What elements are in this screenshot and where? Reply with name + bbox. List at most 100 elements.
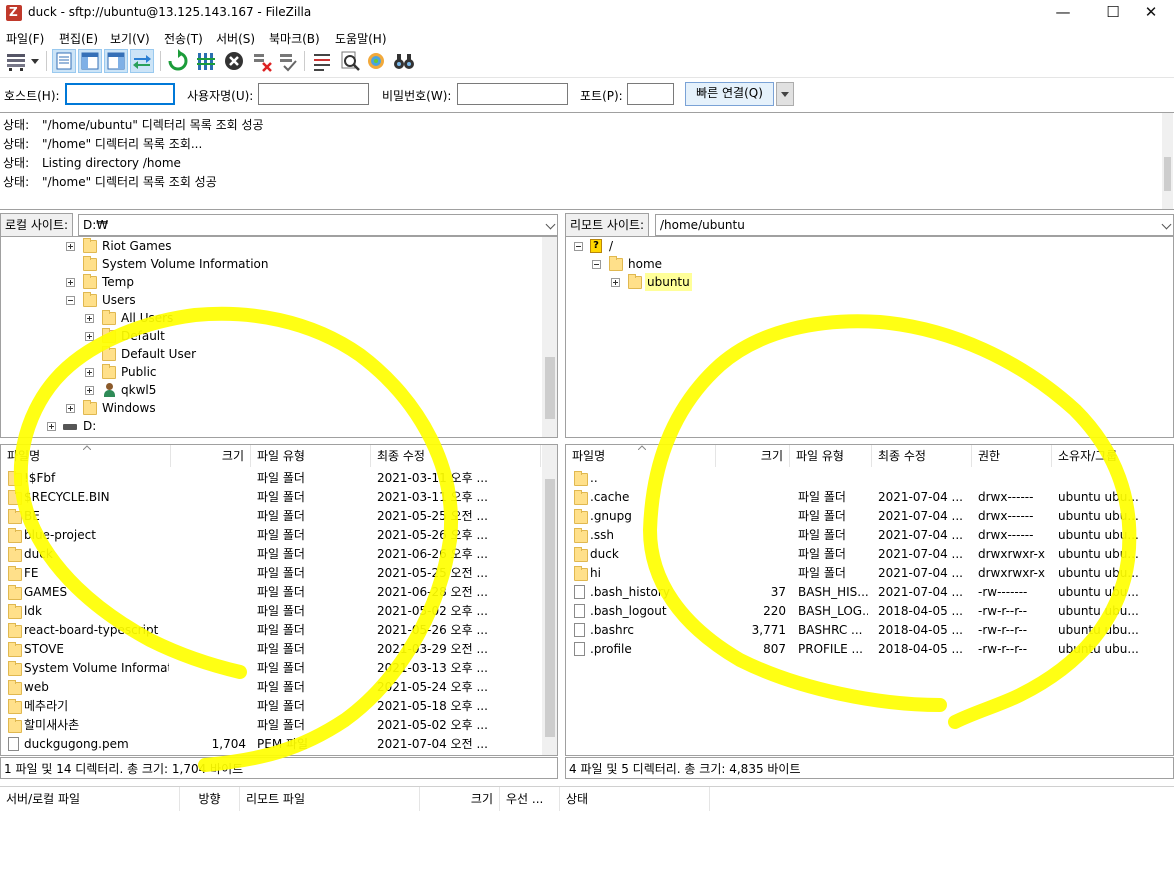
toggle-queue-icon[interactable] (130, 49, 154, 73)
binoculars-icon[interactable] (392, 49, 416, 73)
column-header-modified[interactable]: 최종 수정 (371, 445, 541, 467)
local-file-row[interactable]: 할미새사촌 파일 폴더 2021-05-02 오후 ... (1, 716, 541, 735)
toggle-remote-tree-icon[interactable] (104, 49, 128, 73)
remote-file-row[interactable]: .ssh 파일 폴더 2021-07-04 ... drwx------ ubuntu … (566, 526, 1173, 545)
filter-icon[interactable] (310, 49, 334, 73)
local-list-scrollbar-thumb[interactable] (545, 479, 555, 737)
remote-file-row[interactable]: .bash_logout 220 BASH_LOG... 2018-04-05 ...… (566, 602, 1173, 621)
remote-file-row[interactable]: .profile 807 PROFILE ... 2018-04-05 ... -rw-… (566, 640, 1173, 659)
local-path-input[interactable]: D:₩ (78, 214, 558, 236)
remote-file-row[interactable]: duck 파일 폴더 2021-07-04 ... drwxrwxr-x ubuntu … (566, 545, 1173, 564)
queue-header-remote-file[interactable]: 리모트 파일 (240, 787, 420, 811)
refresh-icon[interactable] (166, 49, 190, 73)
close-button[interactable]: ✕ (1128, 0, 1174, 26)
menu-edit[interactable]: 편집(E) (59, 30, 98, 47)
queue-header-direction[interactable]: 방향 (180, 787, 240, 811)
column-header-type[interactable]: 파일 유형 (790, 445, 872, 467)
local-file-row[interactable]: System Volume Informat... 파일 폴더 2021-03-13… (1, 659, 541, 678)
local-tree-scrollbar-thumb[interactable] (545, 357, 555, 419)
remote-file-row[interactable]: .bash_history 37 BASH_HIS... 2021-07-04 ...… (566, 583, 1173, 602)
queue-header-priority[interactable]: 우선 ... (500, 787, 560, 811)
file-name: .gnupg (590, 509, 632, 523)
expand-icon[interactable] (66, 242, 75, 251)
collapse-icon[interactable] (66, 296, 75, 305)
menu-bookmarks[interactable]: 북마크(B) (269, 30, 320, 47)
toggle-log-icon[interactable] (52, 49, 76, 73)
remote-file-row[interactable]: .gnupg 파일 폴더 2021-07-04 ... drwx------ ubunt… (566, 507, 1173, 526)
remote-file-row[interactable]: .bashrc 3,771 BASHRC ... 2018-04-05 ... -rw-… (566, 621, 1173, 640)
local-file-row[interactable]: BE 파일 폴더 2021-05-25 오전 ... (1, 507, 541, 526)
file-type: 파일 폴더 (798, 490, 846, 504)
file-name: hi (590, 566, 601, 580)
queue-header-status[interactable]: 상태 (560, 787, 710, 811)
local-file-row[interactable]: web 파일 폴더 2021-05-24 오후 ... (1, 678, 541, 697)
remote-file-row[interactable]: .cache 파일 폴더 2021-07-04 ... drwx------ ubunt… (566, 488, 1173, 507)
local-file-row[interactable]: ldk 파일 폴더 2021-05-02 오후 ... (1, 602, 541, 621)
folder-icon (8, 623, 22, 638)
folder-icon (83, 292, 97, 307)
message-log[interactable]: 상태: "/home/ubuntu" 디렉터리 목록 조회 성공 상태: "/hom… (0, 112, 1174, 210)
local-file-row[interactable]: 메추라기 파일 폴더 2021-05-18 오후 ... (1, 697, 541, 716)
expand-icon[interactable] (611, 278, 620, 287)
expand-icon[interactable] (47, 422, 56, 431)
expand-icon[interactable] (85, 314, 94, 323)
menu-file[interactable]: 파일(F) (6, 30, 44, 47)
remote-path-input[interactable]: /home/ubuntu (655, 214, 1174, 236)
file-name: web (24, 680, 49, 694)
column-header-owner[interactable]: 소유자/그룹 (1052, 445, 1173, 467)
remote-file-row[interactable]: hi 파일 폴더 2021-07-04 ... drwxrwxr-x ubuntu ub… (566, 564, 1173, 583)
local-file-row[interactable]: GAMES 파일 폴더 2021-06-28 오전 ... (1, 583, 541, 602)
quickconnect-dropdown-icon[interactable] (776, 82, 794, 106)
expand-icon[interactable] (66, 278, 75, 287)
queue-header-local-file[interactable]: 서버/로컬 파일 (0, 787, 180, 811)
dropdown-arrow-icon[interactable] (28, 49, 42, 73)
column-header-permissions[interactable]: 권한 (972, 445, 1052, 467)
local-file-row[interactable]: duck 파일 폴더 2021-06-26 오후 ... (1, 545, 541, 564)
local-file-row[interactable]: STOVE 파일 폴더 2021-03-29 오전 ... (1, 640, 541, 659)
file-type: 파일 폴더 (257, 680, 305, 694)
local-tree-scrollbar[interactable] (542, 237, 557, 437)
local-file-row[interactable]: react-board-typescript 파일 폴더 2021-05-26 오후… (1, 621, 541, 640)
toggle-local-tree-icon[interactable] (78, 49, 102, 73)
local-list-scrollbar[interactable] (542, 445, 557, 755)
log-scrollbar-thumb[interactable] (1164, 157, 1171, 191)
expand-icon[interactable] (85, 368, 94, 377)
local-file-row[interactable]: FE 파일 폴더 2021-05-25 오전 ... (1, 564, 541, 583)
cancel-icon[interactable] (222, 49, 246, 73)
password-input[interactable] (457, 83, 568, 105)
expand-icon[interactable] (66, 404, 75, 413)
reconnect-icon[interactable] (276, 49, 300, 73)
menu-server[interactable]: 서버(S) (216, 30, 255, 47)
queue-header-size[interactable]: 크기 (420, 787, 500, 811)
local-file-row[interactable]: blue-project 파일 폴더 2021-05-26 오후 ... (1, 526, 541, 545)
column-header-size[interactable]: 크기 (716, 445, 790, 467)
expand-icon[interactable] (85, 332, 94, 341)
minimize-button[interactable]: — (1040, 0, 1086, 26)
column-header-size[interactable]: 크기 (171, 445, 251, 467)
menu-transfer[interactable]: 전송(T) (164, 30, 203, 47)
column-header-type[interactable]: 파일 유형 (251, 445, 371, 467)
column-header-modified[interactable]: 최종 수정 (872, 445, 972, 467)
expand-icon[interactable] (85, 386, 94, 395)
chevron-down-icon[interactable] (1161, 219, 1172, 230)
collapse-icon[interactable] (592, 260, 601, 269)
quickconnect-button[interactable]: 빠른 연결(Q) (685, 82, 774, 106)
site-manager-icon[interactable] (4, 49, 28, 73)
menu-view[interactable]: 보기(V) (110, 30, 150, 47)
host-input[interactable] (65, 83, 175, 105)
disconnect-icon[interactable] (250, 49, 274, 73)
collapse-icon[interactable] (574, 242, 583, 251)
compare-icon[interactable] (364, 49, 388, 73)
port-input[interactable] (627, 83, 674, 105)
chevron-down-icon[interactable] (545, 219, 556, 230)
log-scrollbar[interactable] (1162, 113, 1173, 209)
search-icon[interactable] (338, 49, 362, 73)
local-file-row[interactable]: $RECYCLE.BIN 파일 폴더 2021-03-11 오후 ... (1, 488, 541, 507)
file-size: 3,771 (751, 623, 786, 637)
menu-help[interactable]: 도움말(H) (335, 30, 387, 47)
local-file-row[interactable]: !$Fbf 파일 폴더 2021-03-11 오후 ... (1, 469, 541, 488)
remote-file-row[interactable]: .. (566, 469, 1173, 488)
process-queue-icon[interactable] (194, 49, 218, 73)
local-file-row[interactable]: duckgugong.pem 1,704 PEM 파일 2021-07-04 오전 .… (1, 735, 541, 754)
username-input[interactable] (258, 83, 369, 105)
